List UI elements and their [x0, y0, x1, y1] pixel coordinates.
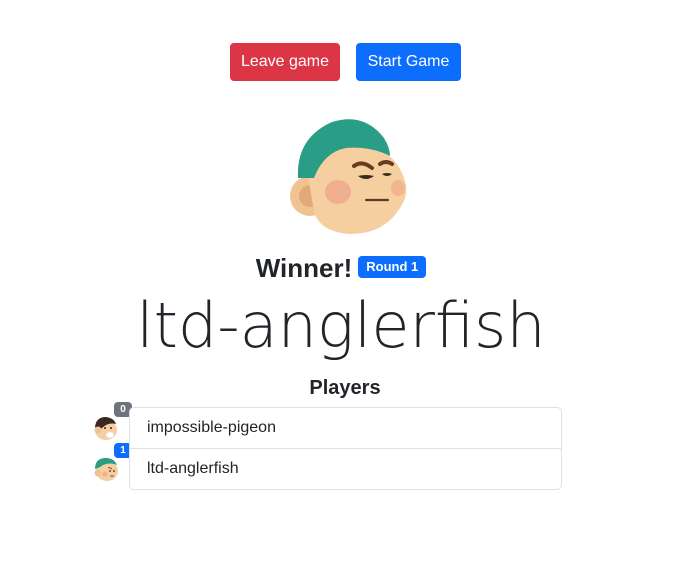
- game-lobby: Leave game Start Game Winner! Round 1 ltd…: [0, 0, 682, 567]
- anglerfish-avatar-icon: [94, 458, 118, 481]
- winner-name: ltd-anglerfish: [136, 289, 546, 362]
- player-name: impossible-pigeon: [147, 419, 276, 436]
- winner-heading: Winner! Round 1: [0, 250, 682, 286]
- leave-game-button[interactable]: Leave game: [230, 43, 340, 81]
- player-list: impossible-pigeon ltd-anglerfish: [129, 407, 562, 490]
- round-badge: Round 1: [358, 256, 427, 279]
- list-item: ltd-anglerfish: [130, 448, 561, 489]
- pigeon-avatar-icon: [94, 417, 117, 440]
- players-heading: Players: [309, 377, 381, 399]
- player-avatar-0: 0: [90, 402, 132, 448]
- winner-label: Winner!: [255, 253, 353, 283]
- start-game-button[interactable]: Start Game: [356, 43, 461, 81]
- game-toolbar: Leave game Start Game: [0, 43, 682, 81]
- player-name: ltd-anglerfish: [147, 460, 239, 477]
- list-item: impossible-pigeon: [130, 408, 561, 448]
- winner-avatar-icon: [290, 119, 407, 234]
- player-avatar-1: 1: [90, 443, 132, 489]
